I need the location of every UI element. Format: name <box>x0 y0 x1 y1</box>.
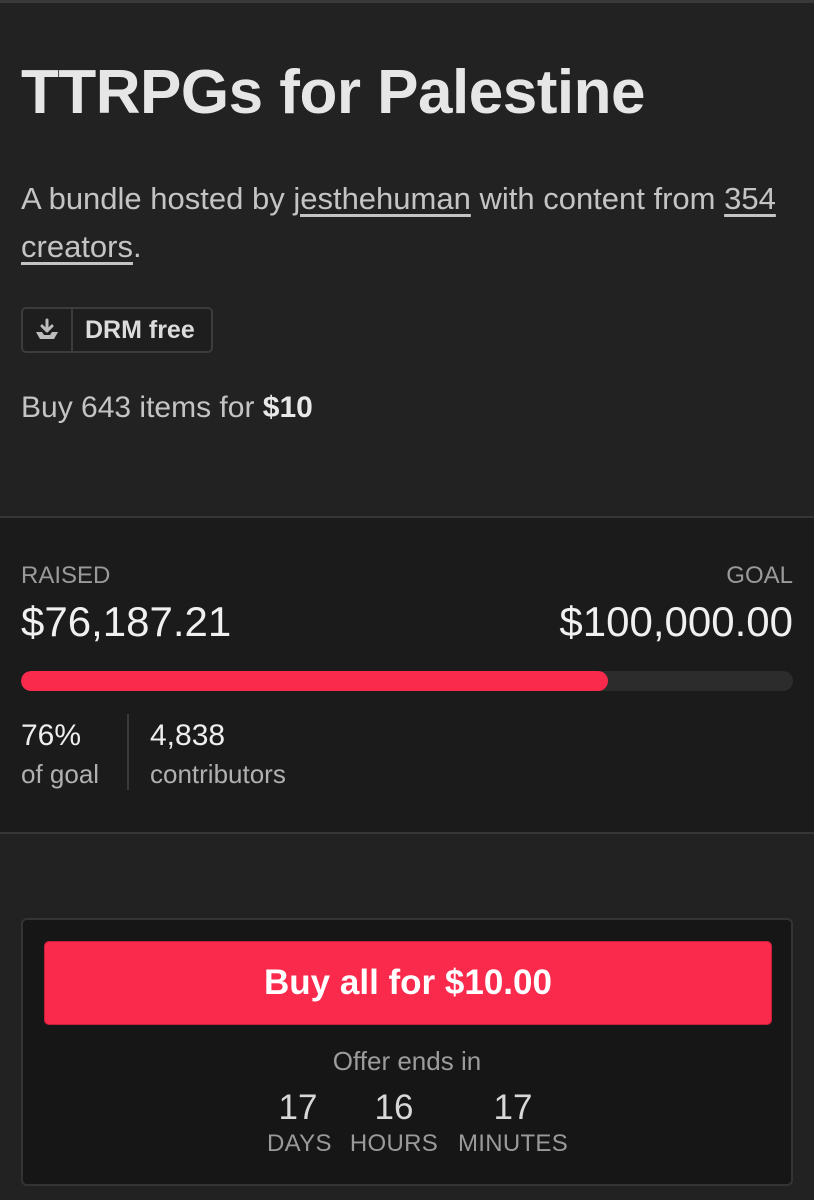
subtitle-prefix: A bundle hosted by <box>21 181 294 216</box>
bundle-subtitle: A bundle hosted by jesthehuman with cont… <box>21 175 791 271</box>
download-tray-icon <box>23 309 73 351</box>
subtitle-suffix: . <box>132 229 142 264</box>
goal-label: GOAL <box>726 562 793 589</box>
countdown-minutes-value: 17 <box>493 1088 533 1127</box>
countdown-minutes-unit: MINUTES <box>457 1130 569 1157</box>
progress-bar <box>21 671 793 691</box>
raised-amount: $76,187.21 <box>21 598 232 645</box>
countdown-hours: 16 HOURS <box>349 1088 439 1160</box>
countdown-days-value: 17 <box>278 1088 318 1127</box>
host-link[interactable]: jesthehuman <box>293 181 471 216</box>
countdown-days: 17 DAYS <box>267 1088 332 1160</box>
buy-line-price: $10 <box>262 391 313 424</box>
percent-label: of goal <box>21 759 100 789</box>
countdown-timer: 17 DAYS 16 HOURS 17 MINUTES <box>23 1088 791 1168</box>
contributors-count: 4,838 <box>150 719 226 752</box>
offer-ends-label: Offer ends in <box>332 1046 482 1076</box>
raised-label: RAISED <box>21 562 111 589</box>
page-title: TTRPGs for Palestine <box>21 58 645 127</box>
stats-separator <box>127 714 129 790</box>
bundle-page: TTRPGs for Palestine A bundle hosted by … <box>0 0 814 1200</box>
countdown-hours-unit: HOURS <box>349 1130 439 1157</box>
contributors-label: contributors <box>150 759 286 789</box>
buy-all-button[interactable]: Buy all for $10.00 <box>44 941 772 1025</box>
badge-label: DRM free <box>85 315 195 344</box>
drm-free-badge: DRM free <box>21 307 213 353</box>
purchase-box: Buy all for $10.00 Offer ends in 17 DAYS… <box>21 918 793 1186</box>
countdown-minutes: 17 MINUTES <box>457 1088 569 1160</box>
fundraising-stats: RAISED GOAL $76,187.21 $100,000.00 76% o… <box>0 518 814 832</box>
percent-of-goal: 76% of goal <box>21 718 99 794</box>
progress-bar-fill <box>21 671 608 691</box>
bundle-offer-summary: Buy 643 items for $10 <box>21 391 313 425</box>
subtitle-middle: with content from <box>470 181 725 216</box>
goal-amount: $100,000.00 <box>559 598 793 645</box>
purchase-section: Buy all for $10.00 Offer ends in 17 DAYS… <box>0 834 814 1200</box>
percent-value: 76% <box>21 719 82 752</box>
countdown-hours-value: 16 <box>374 1088 414 1127</box>
contributors-stat: 4,838 contributors <box>150 718 286 794</box>
countdown-days-unit: DAYS <box>267 1130 332 1157</box>
buy-line-text: Buy 643 items for <box>21 391 263 424</box>
bundle-header: TTRPGs for Palestine A bundle hosted by … <box>0 0 814 516</box>
